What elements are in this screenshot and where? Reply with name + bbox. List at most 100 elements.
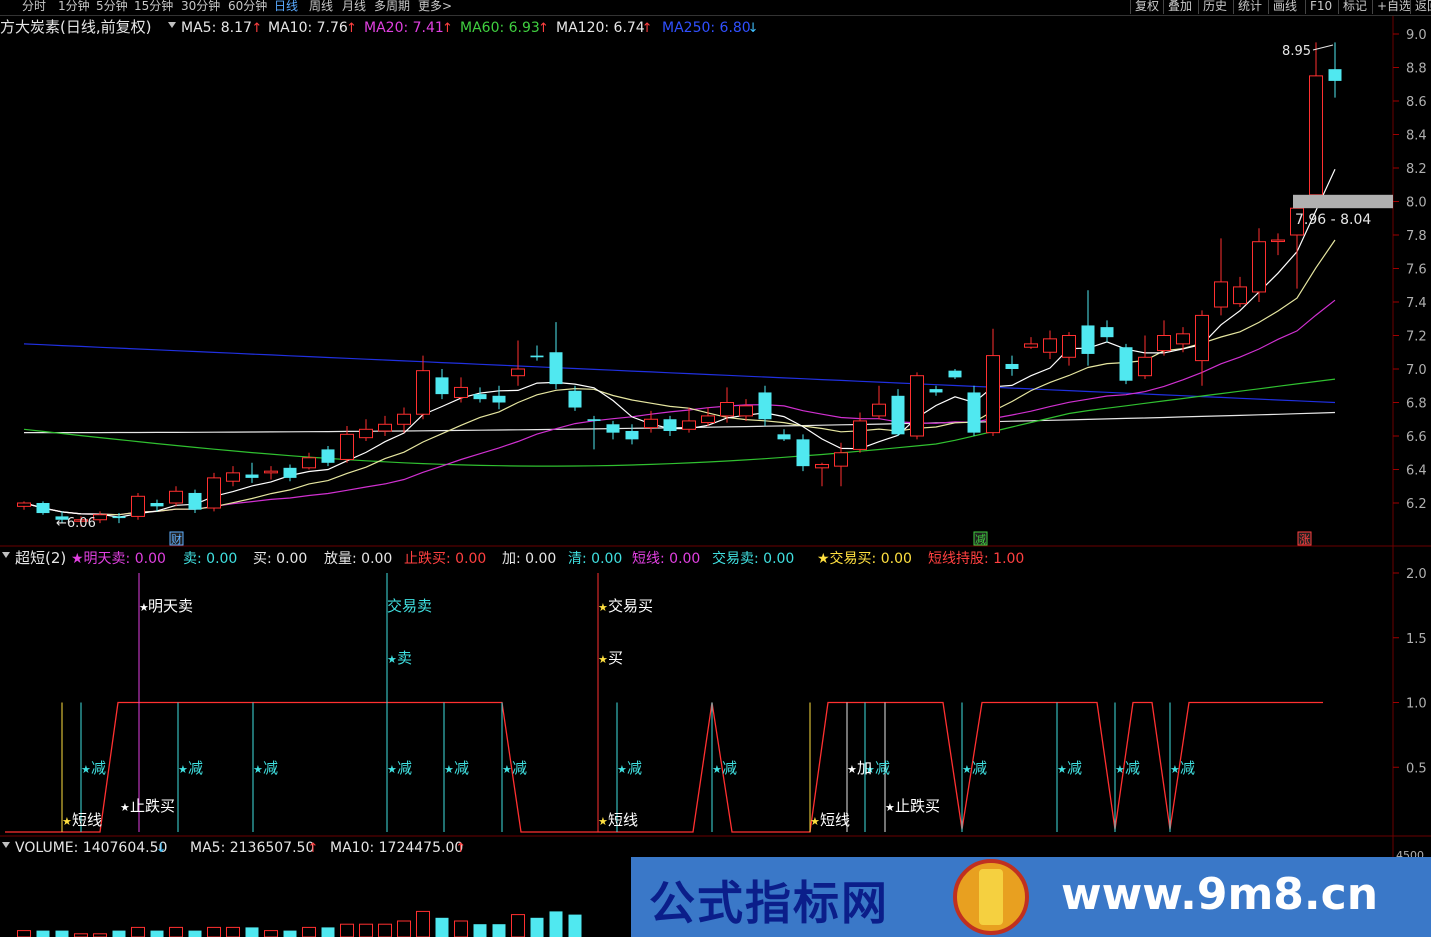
volume-bar <box>359 923 373 937</box>
chevron-down-icon[interactable] <box>2 552 10 558</box>
ma-arrow-1: ↑ <box>346 21 357 36</box>
volume-bar <box>492 924 506 937</box>
volume-bar <box>226 926 240 937</box>
signal-jia-star: ★ <box>847 763 857 776</box>
signal-sell-star: ★ <box>387 653 397 666</box>
price-range-highlight <box>1293 194 1393 209</box>
candle-body <box>359 428 373 439</box>
ma-legend-5: MA250: 6.80 <box>662 20 751 36</box>
indicator-legend-2: 买: 0.00 <box>253 551 307 567</box>
signal-jian-4: 减 <box>454 759 469 777</box>
chevron-down-icon[interactable] <box>2 842 10 848</box>
candle-body <box>967 392 981 433</box>
indicator-y-label: 2.0 <box>1406 567 1427 582</box>
candle-body <box>1138 356 1152 377</box>
y-tick-label: 6.8 <box>1406 397 1427 412</box>
signal-zhidie-star-0: ★ <box>120 801 130 814</box>
signal-duanxian-0: 短线 <box>72 811 102 829</box>
indicator-legend-0: ★明天卖: 0.00 <box>71 551 166 567</box>
volume-bar <box>549 911 563 937</box>
candle-body <box>739 405 753 417</box>
candle-body <box>720 402 734 417</box>
indicator-y-label: 0.5 <box>1406 761 1427 776</box>
volume-bar <box>378 923 392 937</box>
volume-bar <box>283 930 297 937</box>
signal-duanxian-star-2: ★ <box>810 815 820 828</box>
candle-body <box>397 413 411 425</box>
candle-body <box>302 457 316 469</box>
ma5-line <box>23 169 1336 518</box>
signal-jian-star-4: ★ <box>444 763 454 776</box>
candle-body <box>682 420 696 430</box>
ma-arrow-4: ↑ <box>642 21 653 36</box>
candle-body <box>1214 281 1228 308</box>
volume-bar <box>169 926 183 937</box>
y-tick-label: 8.8 <box>1406 62 1427 77</box>
candle-body <box>131 495 145 517</box>
indicator-legend-6: 清: 0.00 <box>568 551 622 567</box>
candle-body <box>625 430 639 440</box>
candle-body <box>815 463 829 469</box>
ma-legend-1: MA10: 7.76 <box>268 20 348 36</box>
ma-arrow-0: ↑ <box>251 21 262 36</box>
indicator-legend-10: 短线持股: 1.00 <box>928 551 1024 567</box>
volume-bar <box>511 914 525 937</box>
signal-jian-5: 减 <box>512 759 527 777</box>
candle-body <box>1005 363 1019 369</box>
signal-jian-8: 减 <box>875 759 890 777</box>
indicator-y-label: 1.5 <box>1406 632 1427 647</box>
volume-bar <box>131 926 145 937</box>
chevron-down-icon[interactable] <box>168 22 176 28</box>
event-marker-1: 减 <box>975 533 986 546</box>
candle-body <box>1271 239 1285 243</box>
candle-body <box>796 439 810 467</box>
range-label: 7.96 - 8.04 <box>1295 212 1371 228</box>
volume-bar <box>397 920 411 937</box>
volume-arrow-2: ↑ <box>455 841 466 856</box>
candle-body <box>1062 335 1076 358</box>
volume-bar <box>245 927 259 937</box>
y-tick-label: 8.6 <box>1406 95 1427 110</box>
candle-body <box>644 418 658 429</box>
signal-mingtianmai: 明天卖 <box>148 597 193 615</box>
watermark-banner: 公式指标网 www.9m8.cn <box>631 857 1431 937</box>
signal-jian-10: 减 <box>1067 759 1082 777</box>
signal-zhidiemai-1: 止跌买 <box>895 797 940 815</box>
y-tick-label: 6.4 <box>1406 464 1427 479</box>
ma-arrow-2: ↑ <box>442 21 453 36</box>
candle-body <box>378 423 392 432</box>
candle-body <box>663 419 677 431</box>
event-marker-2: 涨 <box>1299 533 1310 546</box>
volume-bar <box>302 926 316 937</box>
volume-bar <box>340 923 354 937</box>
indicator-legend-9: ★交易买: 0.00 <box>817 550 912 567</box>
signal-duanxian-1: 短线 <box>608 811 638 829</box>
candle-body <box>568 390 582 408</box>
candle-body <box>473 394 487 400</box>
candle-body <box>549 352 563 385</box>
y-tick-label: 8.0 <box>1406 196 1427 211</box>
y-tick-label: 8.4 <box>1406 129 1427 144</box>
volume-bar <box>530 917 544 937</box>
candle-body <box>1081 325 1095 354</box>
candle-body <box>226 472 240 482</box>
signal-duanxian-star-0: ★ <box>62 815 72 828</box>
volume-bar <box>150 930 164 937</box>
y-tick-label: 7.0 <box>1406 363 1427 378</box>
watermark-title: 公式指标网 <box>649 876 889 930</box>
y-tick-label: 7.4 <box>1406 296 1427 311</box>
signal-jian-star-7: ★ <box>712 763 722 776</box>
candle-body <box>492 395 506 403</box>
candle-body <box>872 403 886 417</box>
signal-jian-3: 减 <box>397 759 412 777</box>
indicator-legend-5: 加: 0.00 <box>502 551 556 567</box>
candle-body <box>891 395 905 435</box>
candle-body <box>1157 335 1171 352</box>
volume-bar <box>36 930 50 937</box>
volume-arrow-1: ↑ <box>308 841 319 856</box>
volume-bar <box>416 910 430 937</box>
indicator-legend-8: 交易卖: 0.00 <box>712 550 794 567</box>
signal-jian-12: 减 <box>1180 759 1195 777</box>
signal-jian-1: 减 <box>188 759 203 777</box>
candle-body <box>245 474 259 478</box>
